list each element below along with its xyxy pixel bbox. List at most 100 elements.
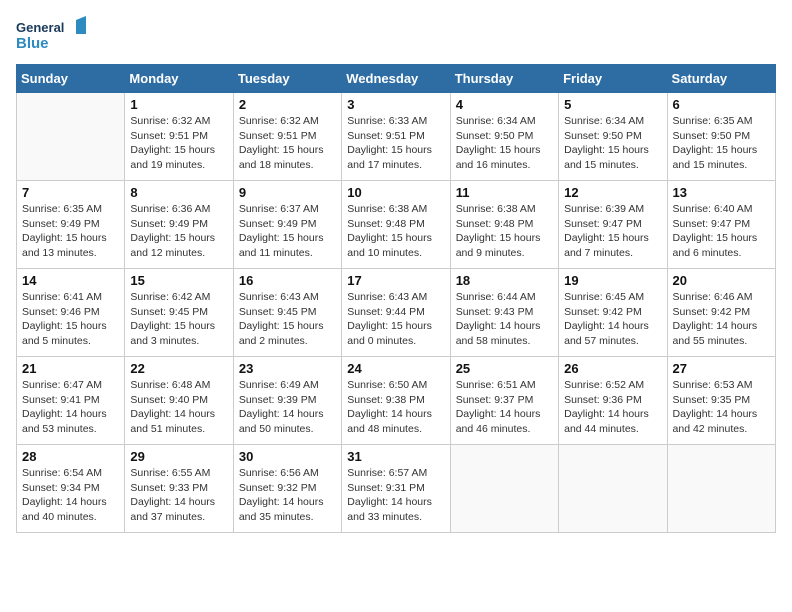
day-number: 20 [673,273,770,288]
weekday-header: Sunday [17,65,125,93]
day-number: 19 [564,273,661,288]
day-info: Sunrise: 6:49 AM Sunset: 9:39 PM Dayligh… [239,378,336,437]
calendar-day-cell: 17 Sunrise: 6:43 AM Sunset: 9:44 PM Dayli… [342,269,450,357]
calendar-table: SundayMondayTuesdayWednesdayThursdayFrid… [16,64,776,533]
calendar-day-cell: 13 Sunrise: 6:40 AM Sunset: 9:47 PM Dayli… [667,181,775,269]
day-info: Sunrise: 6:43 AM Sunset: 9:45 PM Dayligh… [239,290,336,349]
day-number: 17 [347,273,444,288]
calendar-day-cell: 11Sunrise: 6:38 AM Sunset: 9:48 PM Dayli… [450,181,558,269]
logo-svg: General Blue [16,16,86,56]
calendar-day-cell [17,93,125,181]
calendar-day-cell: 28 Sunrise: 6:54 AM Sunset: 9:34 PM Dayli… [17,445,125,533]
day-number: 8 [130,185,227,200]
day-info: Sunrise: 6:42 AM Sunset: 9:45 PM Dayligh… [130,290,227,349]
calendar-day-cell: 27Sunrise: 6:53 AM Sunset: 9:35 PM Dayli… [667,357,775,445]
day-info: Sunrise: 6:36 AM Sunset: 9:49 PM Dayligh… [130,202,227,261]
day-info: Sunrise: 6:52 AM Sunset: 9:36 PM Dayligh… [564,378,661,437]
calendar-day-cell: 18Sunrise: 6:44 AM Sunset: 9:43 PM Dayli… [450,269,558,357]
calendar-day-cell: 24 Sunrise: 6:50 AM Sunset: 9:38 PM Dayli… [342,357,450,445]
calendar-day-cell: 23Sunrise: 6:49 AM Sunset: 9:39 PM Dayli… [233,357,341,445]
day-info: Sunrise: 6:32 AM Sunset: 9:51 PM Dayligh… [130,114,227,173]
weekday-header-row: SundayMondayTuesdayWednesdayThursdayFrid… [17,65,776,93]
day-number: 30 [239,449,336,464]
calendar-day-cell: 30 Sunrise: 6:56 AM Sunset: 9:32 PM Dayli… [233,445,341,533]
day-info: Sunrise: 6:55 AM Sunset: 9:33 PM Dayligh… [130,466,227,525]
day-info: Sunrise: 6:51 AM Sunset: 9:37 PM Dayligh… [456,378,553,437]
day-number: 9 [239,185,336,200]
calendar-day-cell: 8 Sunrise: 6:36 AM Sunset: 9:49 PM Daylig… [125,181,233,269]
svg-text:Blue: Blue [16,35,49,52]
day-info: Sunrise: 6:35 AM Sunset: 9:49 PM Dayligh… [22,202,119,261]
day-info: Sunrise: 6:53 AM Sunset: 9:35 PM Dayligh… [673,378,770,437]
weekday-header: Saturday [667,65,775,93]
calendar-week-row: 7 Sunrise: 6:35 AM Sunset: 9:49 PM Daylig… [17,181,776,269]
day-info: Sunrise: 6:38 AM Sunset: 9:48 PM Dayligh… [347,202,444,261]
calendar-day-cell: 6 Sunrise: 6:35 AM Sunset: 9:50 PM Daylig… [667,93,775,181]
day-number: 4 [456,97,553,112]
day-info: Sunrise: 6:41 AM Sunset: 9:46 PM Dayligh… [22,290,119,349]
weekday-header: Wednesday [342,65,450,93]
day-number: 6 [673,97,770,112]
day-number: 28 [22,449,119,464]
day-info: Sunrise: 6:47 AM Sunset: 9:41 PM Dayligh… [22,378,119,437]
weekday-header: Friday [559,65,667,93]
day-number: 2 [239,97,336,112]
calendar-day-cell: 15 Sunrise: 6:42 AM Sunset: 9:45 PM Dayli… [125,269,233,357]
calendar-day-cell [667,445,775,533]
svg-text:General: General [16,20,64,35]
day-number: 15 [130,273,227,288]
day-number: 7 [22,185,119,200]
day-info: Sunrise: 6:33 AM Sunset: 9:51 PM Dayligh… [347,114,444,173]
day-info: Sunrise: 6:57 AM Sunset: 9:31 PM Dayligh… [347,466,444,525]
calendar-day-cell: 19 Sunrise: 6:45 AM Sunset: 9:42 PM Dayli… [559,269,667,357]
day-info: Sunrise: 6:37 AM Sunset: 9:49 PM Dayligh… [239,202,336,261]
logo: General Blue [16,16,86,56]
day-info: Sunrise: 6:34 AM Sunset: 9:50 PM Dayligh… [456,114,553,173]
day-info: Sunrise: 6:40 AM Sunset: 9:47 PM Dayligh… [673,202,770,261]
calendar-day-cell: 21 Sunrise: 6:47 AM Sunset: 9:41 PM Dayli… [17,357,125,445]
calendar-day-cell: 7 Sunrise: 6:35 AM Sunset: 9:49 PM Daylig… [17,181,125,269]
calendar-day-cell [559,445,667,533]
calendar-day-cell: 5Sunrise: 6:34 AM Sunset: 9:50 PM Daylig… [559,93,667,181]
day-info: Sunrise: 6:35 AM Sunset: 9:50 PM Dayligh… [673,114,770,173]
calendar-day-cell: 2 Sunrise: 6:32 AM Sunset: 9:51 PM Daylig… [233,93,341,181]
day-number: 31 [347,449,444,464]
weekday-header: Thursday [450,65,558,93]
calendar-day-cell [450,445,558,533]
day-info: Sunrise: 6:43 AM Sunset: 9:44 PM Dayligh… [347,290,444,349]
day-info: Sunrise: 6:45 AM Sunset: 9:42 PM Dayligh… [564,290,661,349]
calendar-day-cell: 29 Sunrise: 6:55 AM Sunset: 9:33 PM Dayli… [125,445,233,533]
day-number: 24 [347,361,444,376]
day-number: 10 [347,185,444,200]
calendar-day-cell: 1 Sunrise: 6:32 AM Sunset: 9:51 PM Daylig… [125,93,233,181]
day-number: 13 [673,185,770,200]
calendar-day-cell: 4 Sunrise: 6:34 AM Sunset: 9:50 PM Daylig… [450,93,558,181]
day-info: Sunrise: 6:56 AM Sunset: 9:32 PM Dayligh… [239,466,336,525]
calendar-week-row: 1 Sunrise: 6:32 AM Sunset: 9:51 PM Daylig… [17,93,776,181]
day-number: 3 [347,97,444,112]
day-info: Sunrise: 6:34 AM Sunset: 9:50 PM Dayligh… [564,114,661,173]
day-info: Sunrise: 6:54 AM Sunset: 9:34 PM Dayligh… [22,466,119,525]
calendar-week-row: 14Sunrise: 6:41 AM Sunset: 9:46 PM Dayli… [17,269,776,357]
day-info: Sunrise: 6:44 AM Sunset: 9:43 PM Dayligh… [456,290,553,349]
page-header: General Blue [16,16,776,56]
calendar-day-cell: 3 Sunrise: 6:33 AM Sunset: 9:51 PM Daylig… [342,93,450,181]
day-number: 21 [22,361,119,376]
day-number: 29 [130,449,227,464]
calendar-day-cell: 10 Sunrise: 6:38 AM Sunset: 9:48 PM Dayli… [342,181,450,269]
calendar-day-cell: 12Sunrise: 6:39 AM Sunset: 9:47 PM Dayli… [559,181,667,269]
day-info: Sunrise: 6:32 AM Sunset: 9:51 PM Dayligh… [239,114,336,173]
day-info: Sunrise: 6:38 AM Sunset: 9:48 PM Dayligh… [456,202,553,261]
day-info: Sunrise: 6:46 AM Sunset: 9:42 PM Dayligh… [673,290,770,349]
day-number: 1 [130,97,227,112]
calendar-day-cell: 22Sunrise: 6:48 AM Sunset: 9:40 PM Dayli… [125,357,233,445]
day-info: Sunrise: 6:50 AM Sunset: 9:38 PM Dayligh… [347,378,444,437]
calendar-week-row: 28 Sunrise: 6:54 AM Sunset: 9:34 PM Dayli… [17,445,776,533]
calendar-day-cell: 26Sunrise: 6:52 AM Sunset: 9:36 PM Dayli… [559,357,667,445]
calendar-day-cell: 20 Sunrise: 6:46 AM Sunset: 9:42 PM Dayli… [667,269,775,357]
calendar-day-cell: 9 Sunrise: 6:37 AM Sunset: 9:49 PM Daylig… [233,181,341,269]
calendar-day-cell: 16Sunrise: 6:43 AM Sunset: 9:45 PM Dayli… [233,269,341,357]
calendar-day-cell: 25 Sunrise: 6:51 AM Sunset: 9:37 PM Dayli… [450,357,558,445]
calendar-day-cell: 14Sunrise: 6:41 AM Sunset: 9:46 PM Dayli… [17,269,125,357]
day-number: 25 [456,361,553,376]
